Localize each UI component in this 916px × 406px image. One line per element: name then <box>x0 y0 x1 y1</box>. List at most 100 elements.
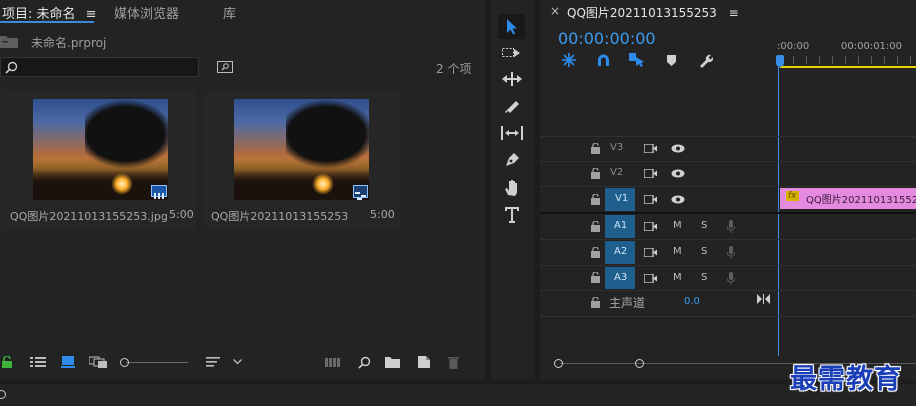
master-volume-value[interactable]: 0.0 <box>684 296 700 307</box>
list-view-icon[interactable] <box>29 355 47 369</box>
lock-icon[interactable] <box>591 247 600 258</box>
eye-icon[interactable] <box>671 144 685 153</box>
track-select-tool[interactable] <box>500 44 524 62</box>
freeform-view-icon[interactable] <box>88 355 108 369</box>
scroll-handle-left[interactable] <box>554 359 563 368</box>
pen-icon <box>506 153 519 166</box>
sync-lock-icon[interactable] <box>644 169 657 178</box>
hamburger-icon[interactable]: ≡ <box>729 6 739 20</box>
lock-icon[interactable] <box>591 272 600 283</box>
hand-tool[interactable] <box>500 177 524 197</box>
microphone-icon[interactable] <box>727 272 735 285</box>
solo-button[interactable]: S <box>701 246 707 257</box>
track-label: A3 <box>614 272 628 283</box>
tab-library[interactable]: 库 <box>223 3 236 22</box>
sync-lock-icon[interactable] <box>644 222 657 231</box>
track-a2[interactable]: A2 M S <box>540 240 916 265</box>
hamburger-icon[interactable]: ≡ <box>86 7 97 22</box>
trash-icon[interactable] <box>446 355 460 369</box>
media-item-name: QQ图片20211013155253.jpg <box>10 210 168 223</box>
automate-to-sequence-icon[interactable] <box>324 355 342 369</box>
new-bin-icon[interactable] <box>384 355 401 369</box>
snap-magnet-icon[interactable] <box>595 52 611 68</box>
type-icon <box>505 207 519 223</box>
microphone-icon[interactable] <box>727 220 735 233</box>
timecode-display[interactable]: 00:00:00:00 <box>558 29 656 48</box>
mute-button[interactable]: M <box>673 272 682 283</box>
master-track[interactable]: 主声道 0.0 <box>540 291 916 316</box>
selection-arrow-icon <box>506 18 517 34</box>
hand-icon <box>505 179 517 196</box>
wrench-icon[interactable] <box>696 51 714 69</box>
tab-project[interactable]: 项目: 未命名 ≡ <box>2 3 97 22</box>
scroll-handle-right[interactable] <box>635 359 644 368</box>
clip-name: QQ图片20211013155253.jpg <box>806 195 916 206</box>
linked-selection-icon[interactable] <box>628 52 646 68</box>
mute-button[interactable]: M <box>673 220 682 231</box>
sync-lock-icon[interactable] <box>644 274 657 283</box>
ripple-edit-tool[interactable] <box>500 70 524 88</box>
status-bar <box>0 384 916 406</box>
new-bin-from-search-icon[interactable] <box>216 60 233 74</box>
media-tile-image[interactable]: QQ图片20211013155253.jpg 5:00 <box>1 90 197 230</box>
sync-lock-icon[interactable] <box>644 195 657 204</box>
go-to-in-out-icon[interactable] <box>757 294 770 304</box>
microphone-icon[interactable] <box>727 246 735 259</box>
fx-badge: fx <box>786 191 799 201</box>
new-item-icon[interactable] <box>416 355 431 369</box>
eye-icon[interactable] <box>671 169 685 178</box>
search-icon <box>5 61 18 74</box>
eye-icon[interactable] <box>671 195 685 204</box>
track-label: V3 <box>610 142 624 153</box>
sort-icon[interactable] <box>205 355 223 369</box>
icon-view-icon[interactable] <box>60 355 76 369</box>
lock-icon[interactable] <box>591 168 600 179</box>
solo-button[interactable]: S <box>701 220 707 231</box>
ruler-ticks <box>780 56 916 64</box>
lock-icon[interactable] <box>591 194 600 205</box>
search-field[interactable] <box>21 59 195 77</box>
track-label: A2 <box>614 246 628 257</box>
sequence-tab[interactable]: QQ图片20211013155253 ≡ <box>567 4 739 21</box>
solo-button[interactable]: S <box>701 272 707 283</box>
zoom-slider[interactable] <box>120 356 190 368</box>
zoom-slider-handle[interactable] <box>120 358 129 367</box>
thumbnail-sequence <box>234 99 369 200</box>
track-v3[interactable]: V3 <box>540 137 916 161</box>
track-a3[interactable]: A3 M S <box>540 266 916 290</box>
lock-icon[interactable] <box>591 297 600 308</box>
ruler-label-start: :00:00 <box>777 41 810 52</box>
sync-lock-icon[interactable] <box>644 248 657 257</box>
search-input[interactable] <box>0 57 199 77</box>
media-item-duration: 5:00 <box>169 208 194 221</box>
type-tool[interactable] <box>500 205 524 225</box>
sync-lock-icon[interactable] <box>644 144 657 153</box>
pen-tool[interactable] <box>500 151 524 169</box>
item-count: 2 个项 <box>436 62 472 76</box>
media-item-duration: 5:00 <box>370 208 395 221</box>
media-tile-sequence[interactable]: QQ图片20211013155253 5:00 <box>202 90 401 230</box>
sequence-icon <box>353 185 368 200</box>
folder-icon <box>0 34 18 48</box>
media-item-name: QQ图片20211013155253 <box>211 210 349 223</box>
track-v2[interactable]: V2 <box>540 162 916 186</box>
razor-tool[interactable] <box>500 96 524 114</box>
chevron-down-icon[interactable] <box>231 355 243 369</box>
selection-tool[interactable] <box>498 14 525 39</box>
mute-button[interactable]: M <box>673 246 682 257</box>
lock-open-icon[interactable] <box>0 355 14 369</box>
nest-sequence-icon[interactable] <box>561 52 577 68</box>
find-icon[interactable] <box>356 355 372 369</box>
track-a1[interactable]: A1 M S <box>540 214 916 239</box>
sequence-tab-label: QQ图片20211013155253 <box>567 6 717 20</box>
track-label: V1 <box>615 193 629 204</box>
watermark: 最需教育 <box>790 364 902 395</box>
lock-icon[interactable] <box>591 143 600 154</box>
tab-media-browser[interactable]: 媒体浏览器 <box>114 3 179 22</box>
close-icon[interactable]: × <box>550 4 560 18</box>
lock-icon[interactable] <box>591 221 600 232</box>
slip-tool[interactable] <box>500 124 524 142</box>
timeline-clip[interactable]: fx QQ图片20211013155253.jpg <box>780 188 916 209</box>
work-area-bar[interactable] <box>780 66 916 68</box>
add-marker-icon[interactable] <box>664 52 678 68</box>
